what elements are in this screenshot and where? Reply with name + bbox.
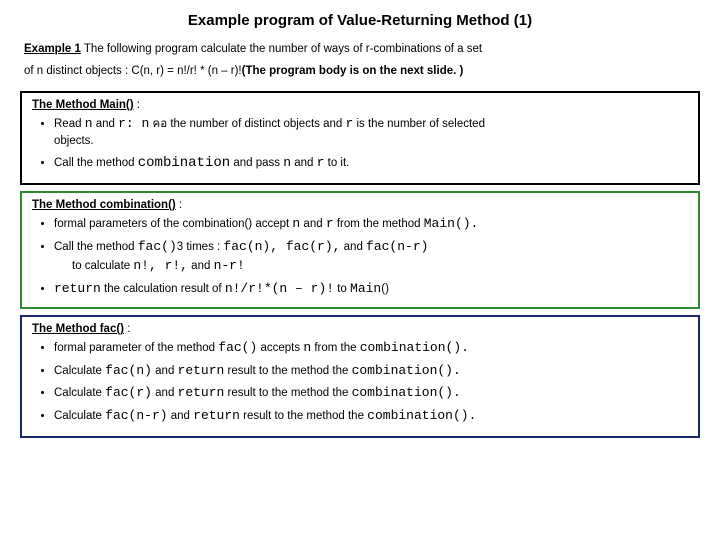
t: and <box>168 410 194 422</box>
code-main: Main(). <box>424 216 479 231</box>
comb-bullets: formal parameters of the combination() a… <box>54 214 688 298</box>
fac-method-box: The Method fac() : formal parameter of t… <box>20 315 700 438</box>
t: result to the method the <box>224 387 351 399</box>
code-facr: fac(r) <box>105 385 152 400</box>
comb-bullet-2: Call the method fac()3 times : fac(n), f… <box>54 237 688 276</box>
example-label: Example 1 <box>24 43 81 55</box>
t: and <box>300 218 326 230</box>
comb-heading-row: The Method combination() : <box>32 199 688 211</box>
code-fac: fac() <box>218 340 257 355</box>
t: Call the method <box>54 157 138 169</box>
code-combination: combination(). <box>352 385 461 400</box>
main-method-box: The Method Main() : Read n and r: n คอ t… <box>20 91 700 186</box>
fac-bullet-2: Calculate fac(n) and return result to th… <box>54 361 688 381</box>
code-facnr: fac(n-r) <box>105 408 167 423</box>
code-facnr: fac(n-r) <box>366 239 428 254</box>
t: Calculate <box>54 410 105 422</box>
t: and <box>152 365 178 377</box>
intro-part1: The following program calculate the numb… <box>81 43 482 55</box>
t: to calculate <box>72 260 133 272</box>
colon: : <box>134 99 140 111</box>
t: : <box>126 116 134 131</box>
t: formal parameters of the combination() a… <box>54 218 292 230</box>
code-return: return <box>193 408 240 423</box>
code-n: n <box>303 340 311 355</box>
colon: : <box>176 199 182 211</box>
t: and <box>340 241 366 253</box>
t: result to the method the <box>240 410 367 422</box>
t: is the number of selected <box>353 118 485 130</box>
colon: : <box>124 323 130 335</box>
fac-bullets: formal parameter of the method fac() acc… <box>54 338 688 425</box>
intro-bold: (The program body is on the next slide. … <box>242 65 464 77</box>
code-n: n <box>85 116 93 131</box>
fac-bullet-3: Calculate fac(r) and return result to th… <box>54 383 688 403</box>
code-return: return <box>54 281 101 296</box>
t: and <box>93 118 119 130</box>
main-heading-row: The Method Main() : <box>32 99 688 111</box>
comb-heading: The Method combination() <box>32 199 176 211</box>
t: Calculate <box>54 387 105 399</box>
code-combination: combination(). <box>367 408 476 423</box>
fac-heading-row: The Method fac() : <box>32 323 688 335</box>
code-combination: combination(). <box>360 340 469 355</box>
main-bullet-2: Call the method combination and pass n a… <box>54 153 688 174</box>
code-calls: fac(n), fac(r), <box>223 239 340 254</box>
code-combination: combination(). <box>352 363 461 378</box>
comb-bullet-1: formal parameters of the combination() a… <box>54 214 688 234</box>
t: the calculation result of <box>101 283 225 295</box>
comb-bullet-3: return the calculation result of n!/r!*(… <box>54 279 688 299</box>
code-exp2: n-r! <box>214 258 245 273</box>
t: the number of distinct objects and <box>170 118 345 130</box>
code-main: Main <box>350 281 381 296</box>
t: and <box>291 157 317 169</box>
code-combination: combination <box>138 155 230 171</box>
t: Calculate <box>54 365 105 377</box>
code-r: r <box>118 116 126 131</box>
t: and <box>152 387 178 399</box>
t: () <box>381 283 389 295</box>
code-r: r <box>326 216 334 231</box>
main-heading: The Method Main() <box>32 99 134 111</box>
t: from the method <box>334 218 424 230</box>
t: from the <box>311 342 360 354</box>
t: to <box>334 283 350 295</box>
code-return: return <box>178 363 225 378</box>
fac-heading: The Method fac() <box>32 323 124 335</box>
t: to it. <box>324 157 349 169</box>
fac-bullet-1: formal parameter of the method fac() acc… <box>54 338 688 358</box>
t: and <box>188 260 214 272</box>
fac-bullet-4: Calculate fac(n-r) and return result to … <box>54 406 688 426</box>
slide-title: Example program of Value-Returning Metho… <box>18 12 702 29</box>
t: and pass <box>230 157 283 169</box>
main-bullet-1: Read n and r: n คอ the number of distinc… <box>54 114 688 151</box>
t: Call the method <box>54 241 138 253</box>
intro-part2: of n distinct objects : C(n, r) = n!/r! … <box>24 65 242 77</box>
code-return: return <box>178 385 225 400</box>
code-n: n <box>283 155 291 170</box>
combination-method-box: The Method combination() : formal parame… <box>20 191 700 309</box>
t: formal parameter of the method <box>54 342 218 354</box>
code-fac: fac() <box>138 239 177 254</box>
t: Read <box>54 118 85 130</box>
t: 3 times : <box>177 241 224 253</box>
t: accepts <box>257 342 303 354</box>
thai: คอ <box>149 118 170 130</box>
intro-text: Example 1 The following program calculat… <box>24 39 702 83</box>
t: objects. <box>54 133 688 150</box>
main-bullets: Read n and r: n คอ the number of distinc… <box>54 114 688 175</box>
code-formula: n!/r!*(n – r)! <box>225 281 334 296</box>
code-exp: n!, r!, <box>133 258 188 273</box>
code-n2: n <box>134 116 150 131</box>
t: result to the method the <box>224 365 351 377</box>
comb-bullet-2-sub: to calculate n!, r!, and n-r! <box>72 256 688 276</box>
code-facn: fac(n) <box>105 363 152 378</box>
